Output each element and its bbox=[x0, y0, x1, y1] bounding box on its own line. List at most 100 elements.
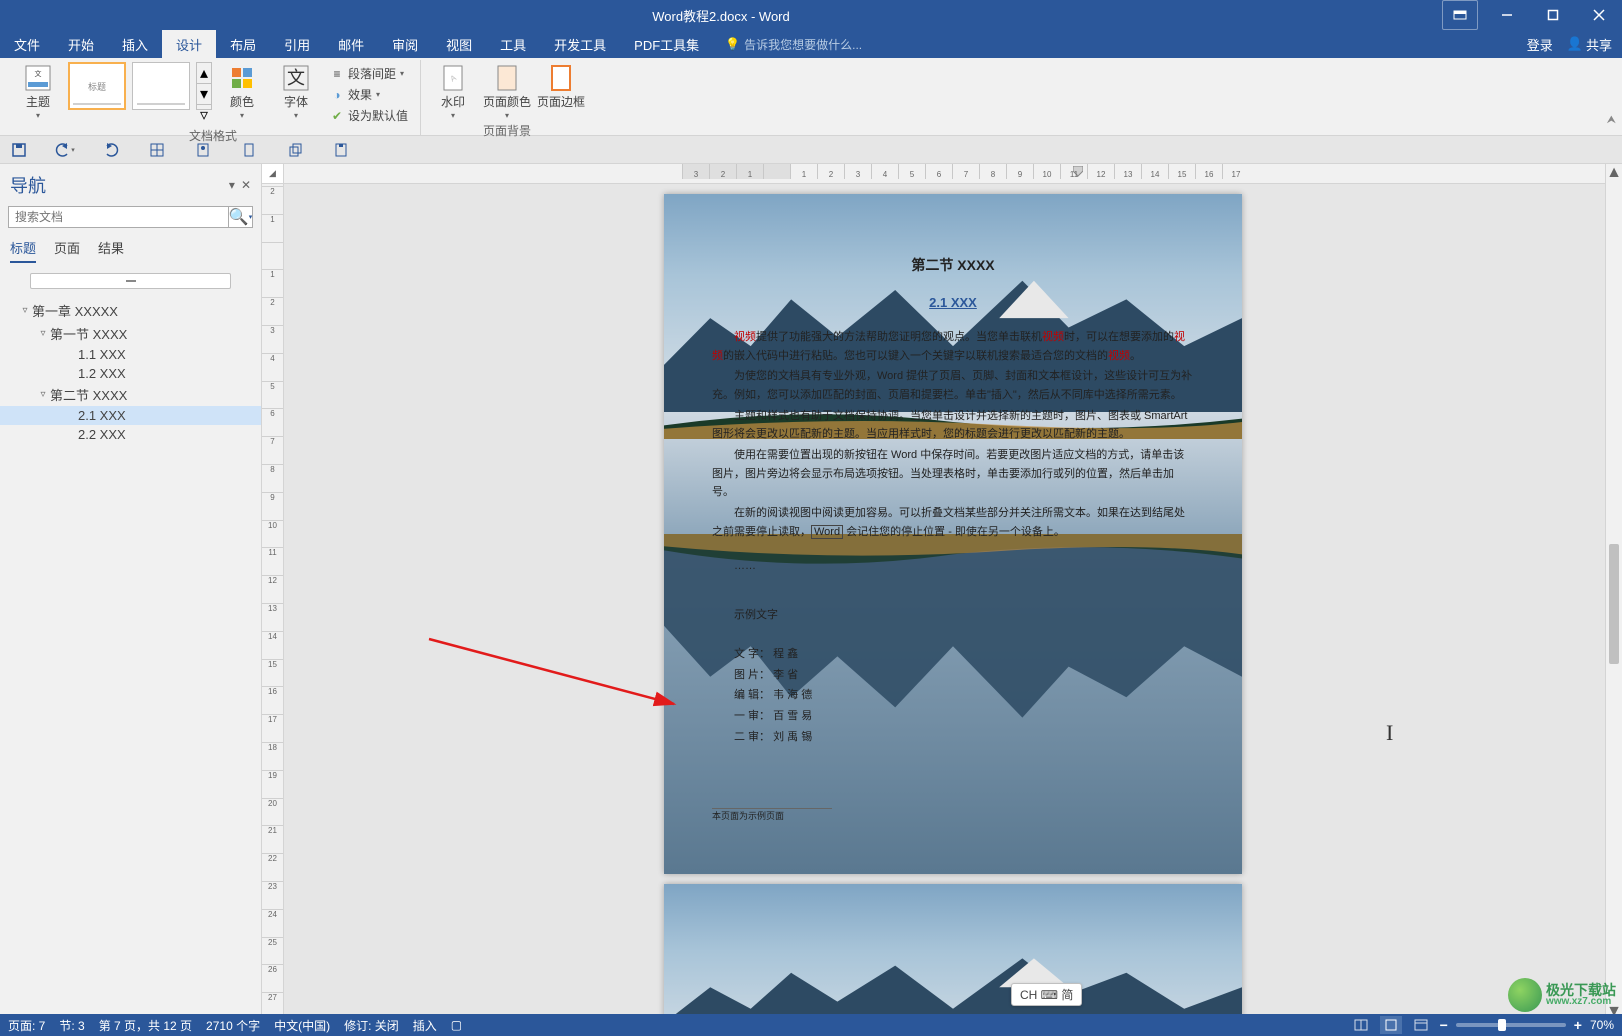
tab-review[interactable]: 审阅 bbox=[378, 30, 432, 58]
login-button[interactable]: 登录 bbox=[1527, 35, 1553, 54]
paragraph: …… bbox=[712, 557, 1194, 576]
tell-me-search[interactable]: 💡 告诉我您想要做什么... bbox=[725, 30, 862, 58]
themes-button[interactable]: 文 主题 ▾ bbox=[14, 62, 62, 120]
caret-icon[interactable]: ▿ bbox=[36, 328, 50, 339]
status-language[interactable]: 中文(中国) bbox=[274, 1017, 330, 1034]
zoom-in-button[interactable]: + bbox=[1574, 1017, 1582, 1033]
tree-item[interactable]: ▿第一章 XXXXX bbox=[0, 299, 261, 322]
tab-design[interactable]: 设计 bbox=[162, 30, 216, 58]
tab-pdf[interactable]: PDF工具集 bbox=[620, 30, 713, 58]
tree-item[interactable]: ▿第一节 XXXX bbox=[0, 322, 261, 345]
nav-tab-pages[interactable]: 页面 bbox=[54, 238, 80, 263]
zoom-level[interactable]: 70% bbox=[1590, 1018, 1614, 1032]
share-icon: 👤 bbox=[1567, 36, 1583, 52]
status-word-count[interactable]: 2710 个字 bbox=[206, 1017, 260, 1034]
tab-layout[interactable]: 布局 bbox=[216, 30, 270, 58]
credit-line: 一 审： 百 雪 易 bbox=[712, 707, 1194, 726]
tab-home[interactable]: 开始 bbox=[54, 30, 108, 58]
theme-thumb[interactable]: 标题 bbox=[68, 62, 126, 110]
tree-item[interactable]: ▿第二节 XXXX bbox=[0, 383, 261, 406]
status-section[interactable]: 节: 3 bbox=[59, 1017, 84, 1034]
zoom-out-button[interactable]: − bbox=[1440, 1017, 1448, 1033]
themes-icon: 文 bbox=[22, 62, 54, 94]
search-button[interactable]: 🔍▾ bbox=[228, 207, 252, 227]
dropdown-icon: ▾ bbox=[240, 111, 244, 120]
theme-thumb[interactable] bbox=[132, 62, 190, 110]
nav-tab-headings[interactable]: 标题 bbox=[10, 238, 36, 263]
nav-jump-bar[interactable] bbox=[30, 273, 231, 289]
spacing-icon: ≡ bbox=[330, 67, 344, 81]
effects-button[interactable]: ◑效果▾ bbox=[326, 85, 412, 104]
tab-developer[interactable]: 开发工具 bbox=[540, 30, 620, 58]
tab-insert[interactable]: 插入 bbox=[108, 30, 162, 58]
vertical-scrollbar[interactable]: ▲ ▼ bbox=[1605, 164, 1622, 1020]
view-read-mode[interactable] bbox=[1350, 1016, 1372, 1034]
document-page[interactable]: 第二节 XXXX 2.1 XXX 视频提供了功能强大的方法帮助您证明您的观点。当… bbox=[664, 194, 1242, 874]
status-insert-mode[interactable]: 插入 bbox=[413, 1017, 437, 1034]
paragraph: 在新的阅读视图中阅读更加容易。可以折叠文档某些部分并关注所需文本。如果在达到结尾… bbox=[712, 504, 1194, 541]
form-button[interactable] bbox=[192, 139, 214, 161]
view-web-layout[interactable] bbox=[1410, 1016, 1432, 1034]
colors-button[interactable]: 颜色 ▾ bbox=[218, 62, 266, 120]
set-default-button[interactable]: ✔设为默认值 bbox=[326, 106, 412, 125]
copy-button[interactable] bbox=[284, 139, 306, 161]
paragraph-spacing-button[interactable]: ≡段落间距▾ bbox=[326, 64, 412, 83]
share-button[interactable]: 👤共享 bbox=[1567, 35, 1612, 54]
tree-item[interactable]: 2.2 XXX bbox=[0, 425, 261, 444]
page-borders-button[interactable]: 页面边框 bbox=[537, 62, 585, 109]
gallery-expand-button[interactable]: ▴▾▿ bbox=[196, 62, 212, 110]
document-page[interactable] bbox=[664, 884, 1242, 1020]
watermark-button[interactable]: A 水印 ▾ bbox=[429, 62, 477, 120]
tab-tools[interactable]: 工具 bbox=[486, 30, 540, 58]
table-button[interactable] bbox=[146, 139, 168, 161]
nav-dropdown-icon[interactable]: ▾ bbox=[229, 178, 235, 192]
page-color-button[interactable]: 页面颜色 ▾ bbox=[483, 62, 531, 120]
save-button[interactable] bbox=[8, 139, 30, 161]
nav-tab-results[interactable]: 结果 bbox=[98, 238, 124, 263]
page-button[interactable] bbox=[238, 139, 260, 161]
view-print-layout[interactable] bbox=[1380, 1016, 1402, 1034]
vertical-ruler[interactable]: ◢ 21123456789101112131415161718192021222… bbox=[262, 164, 284, 1020]
status-macro[interactable]: ▢ bbox=[451, 1018, 462, 1032]
zoom-slider[interactable] bbox=[1456, 1023, 1566, 1027]
nav-search[interactable]: 🔍▾ bbox=[8, 206, 253, 228]
scroll-up-button[interactable]: ▲ bbox=[1606, 164, 1622, 181]
document-formatting-gallery[interactable]: 标题 ▴▾▿ bbox=[68, 62, 212, 110]
tree-item[interactable]: 1.2 XXX bbox=[0, 364, 261, 383]
tab-file[interactable]: 文件 bbox=[0, 30, 54, 58]
zoom-slider-knob[interactable] bbox=[1498, 1019, 1506, 1031]
paragraph: 使用在需要位置出现的新按钮在 Word 中保存时间。若要更改图片适应文档的方式，… bbox=[712, 446, 1194, 502]
tab-mailings[interactable]: 邮件 bbox=[324, 30, 378, 58]
status-page-of[interactable]: 第 7 页，共 12 页 bbox=[99, 1017, 192, 1034]
minimize-button[interactable] bbox=[1484, 0, 1530, 30]
page-borders-icon bbox=[545, 62, 577, 94]
page-content[interactable]: 第二节 XXXX 2.1 XXX 视频提供了功能强大的方法帮助您证明您的观点。当… bbox=[664, 194, 1242, 857]
nav-title: 导航 bbox=[10, 172, 46, 198]
caret-icon[interactable]: ▿ bbox=[36, 389, 50, 400]
search-input[interactable] bbox=[9, 207, 228, 227]
tree-item[interactable]: 2.1 XXX bbox=[0, 406, 261, 425]
ime-indicator[interactable]: CH ⌨ 简 bbox=[1011, 983, 1082, 1006]
tree-item[interactable]: 1.1 XXX bbox=[0, 345, 261, 364]
tab-references[interactable]: 引用 bbox=[270, 30, 324, 58]
ribbon-group-label: 页面背景 bbox=[429, 120, 585, 142]
redo-button[interactable] bbox=[100, 139, 122, 161]
horizontal-ruler[interactable]: 3211234567891011121314151617 bbox=[284, 164, 1622, 184]
ribbon-display-options-icon[interactable] bbox=[1442, 0, 1478, 30]
paste-options-button[interactable] bbox=[330, 139, 352, 161]
fonts-button[interactable]: 文 字体 ▾ bbox=[272, 62, 320, 120]
maximize-button[interactable] bbox=[1530, 0, 1576, 30]
scroll-thumb[interactable] bbox=[1609, 544, 1619, 664]
ruler-corner[interactable]: ◢ bbox=[262, 164, 283, 184]
status-track-changes[interactable]: 修订: 关闭 bbox=[344, 1017, 399, 1034]
collapse-ribbon-button[interactable]: ⮝ bbox=[1607, 114, 1616, 127]
tab-view[interactable]: 视图 bbox=[432, 30, 486, 58]
document-canvas[interactable]: 第二节 XXXX 2.1 XXX 视频提供了功能强大的方法帮助您证明您的观点。当… bbox=[284, 184, 1622, 1020]
close-button[interactable] bbox=[1576, 0, 1622, 30]
status-page[interactable]: 页面: 7 bbox=[8, 1017, 45, 1034]
nav-close-button[interactable]: ✕ bbox=[241, 178, 251, 192]
caret-icon[interactable]: ▿ bbox=[18, 305, 32, 316]
dropdown-icon: ▾ bbox=[36, 111, 40, 120]
annotation-arrow bbox=[424, 634, 684, 714]
undo-button[interactable]: ▾ bbox=[54, 139, 76, 161]
